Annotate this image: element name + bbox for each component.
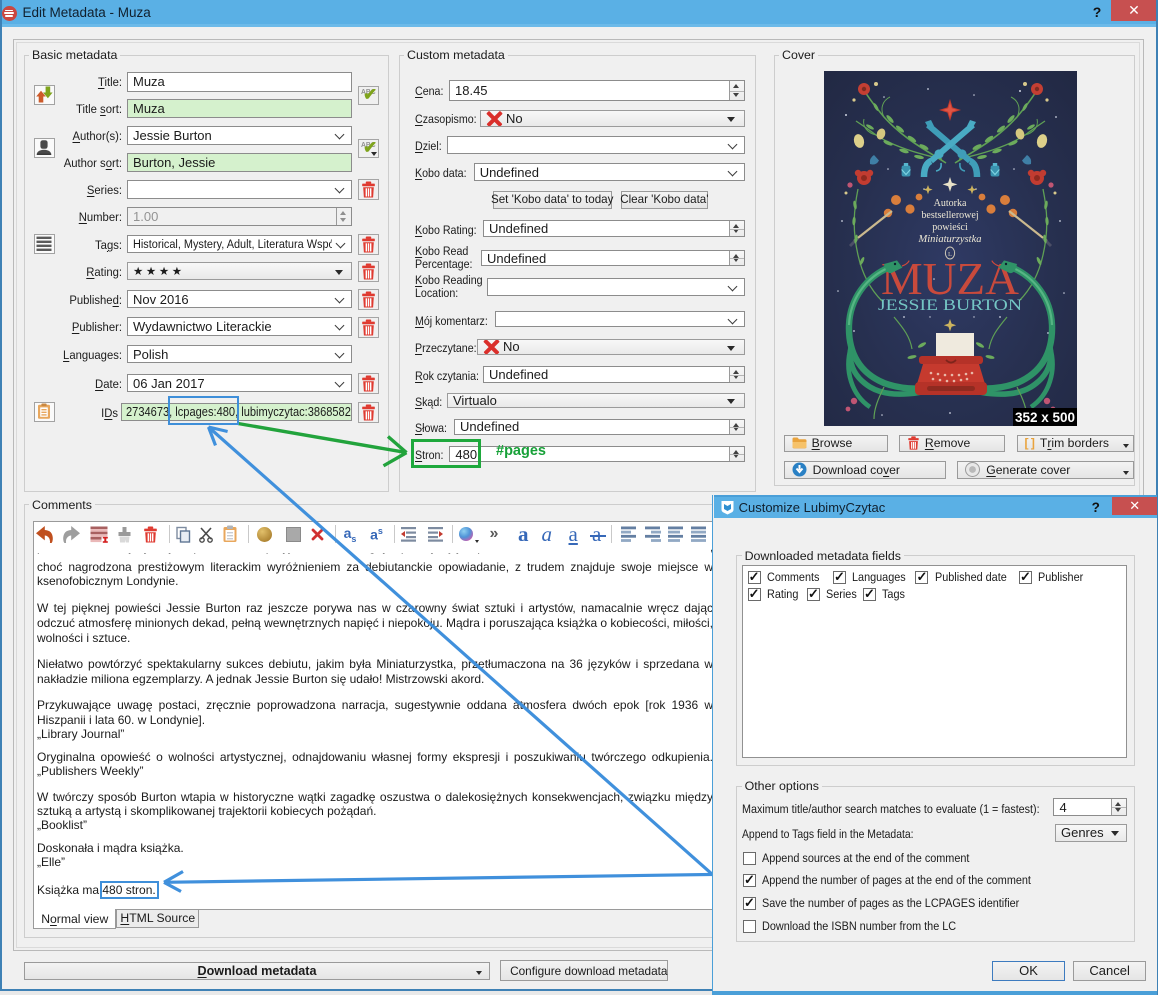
svg-text:JESSIE BURTON: JESSIE BURTON (878, 297, 1022, 314)
svg-text:powieści: powieści (932, 222, 968, 233)
svg-text:bestsellerowej: bestsellerowej (921, 210, 978, 221)
svg-text:Autorka: Autorka (934, 198, 967, 209)
svg-text:352 x 500: 352 x 500 (1015, 410, 1075, 425)
svg-text:Miniaturzystka: Miniaturzystka (918, 234, 982, 245)
